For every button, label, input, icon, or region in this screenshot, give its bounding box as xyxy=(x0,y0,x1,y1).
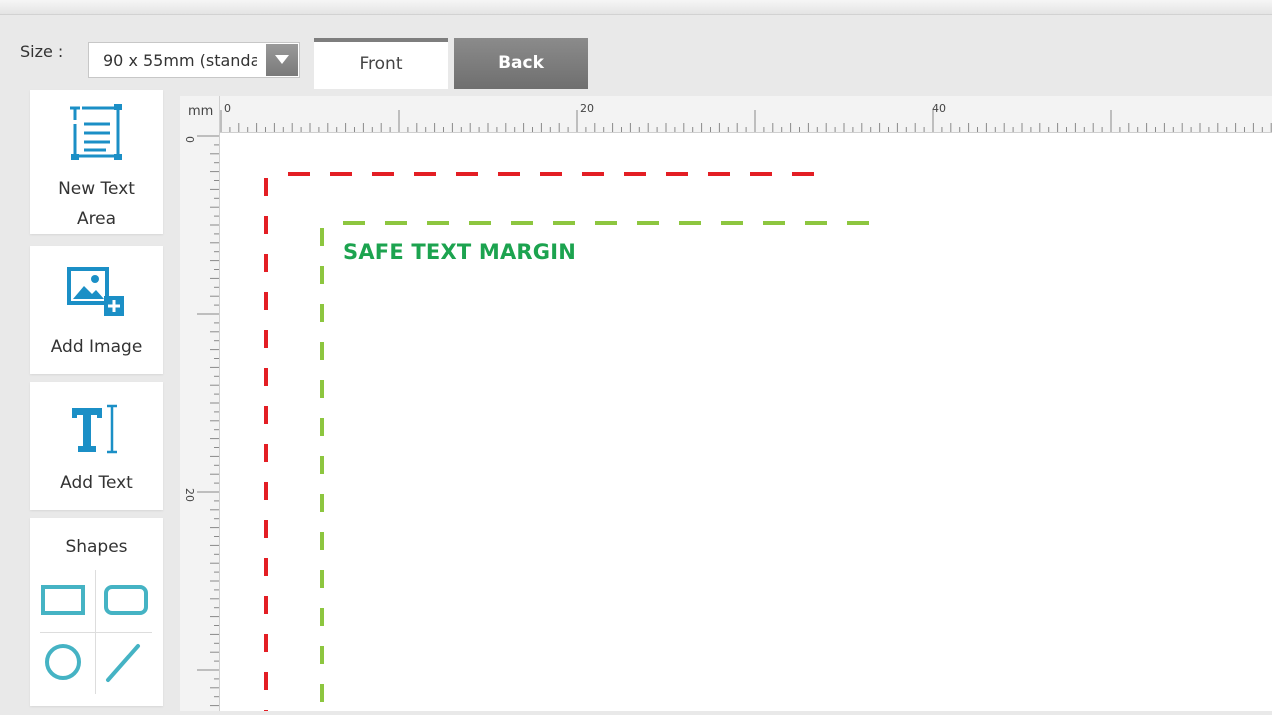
print-guides xyxy=(264,172,884,711)
safe-margin-guide xyxy=(320,221,884,711)
safe-text-margin-label: SAFE TEXT MARGIN xyxy=(343,240,577,264)
